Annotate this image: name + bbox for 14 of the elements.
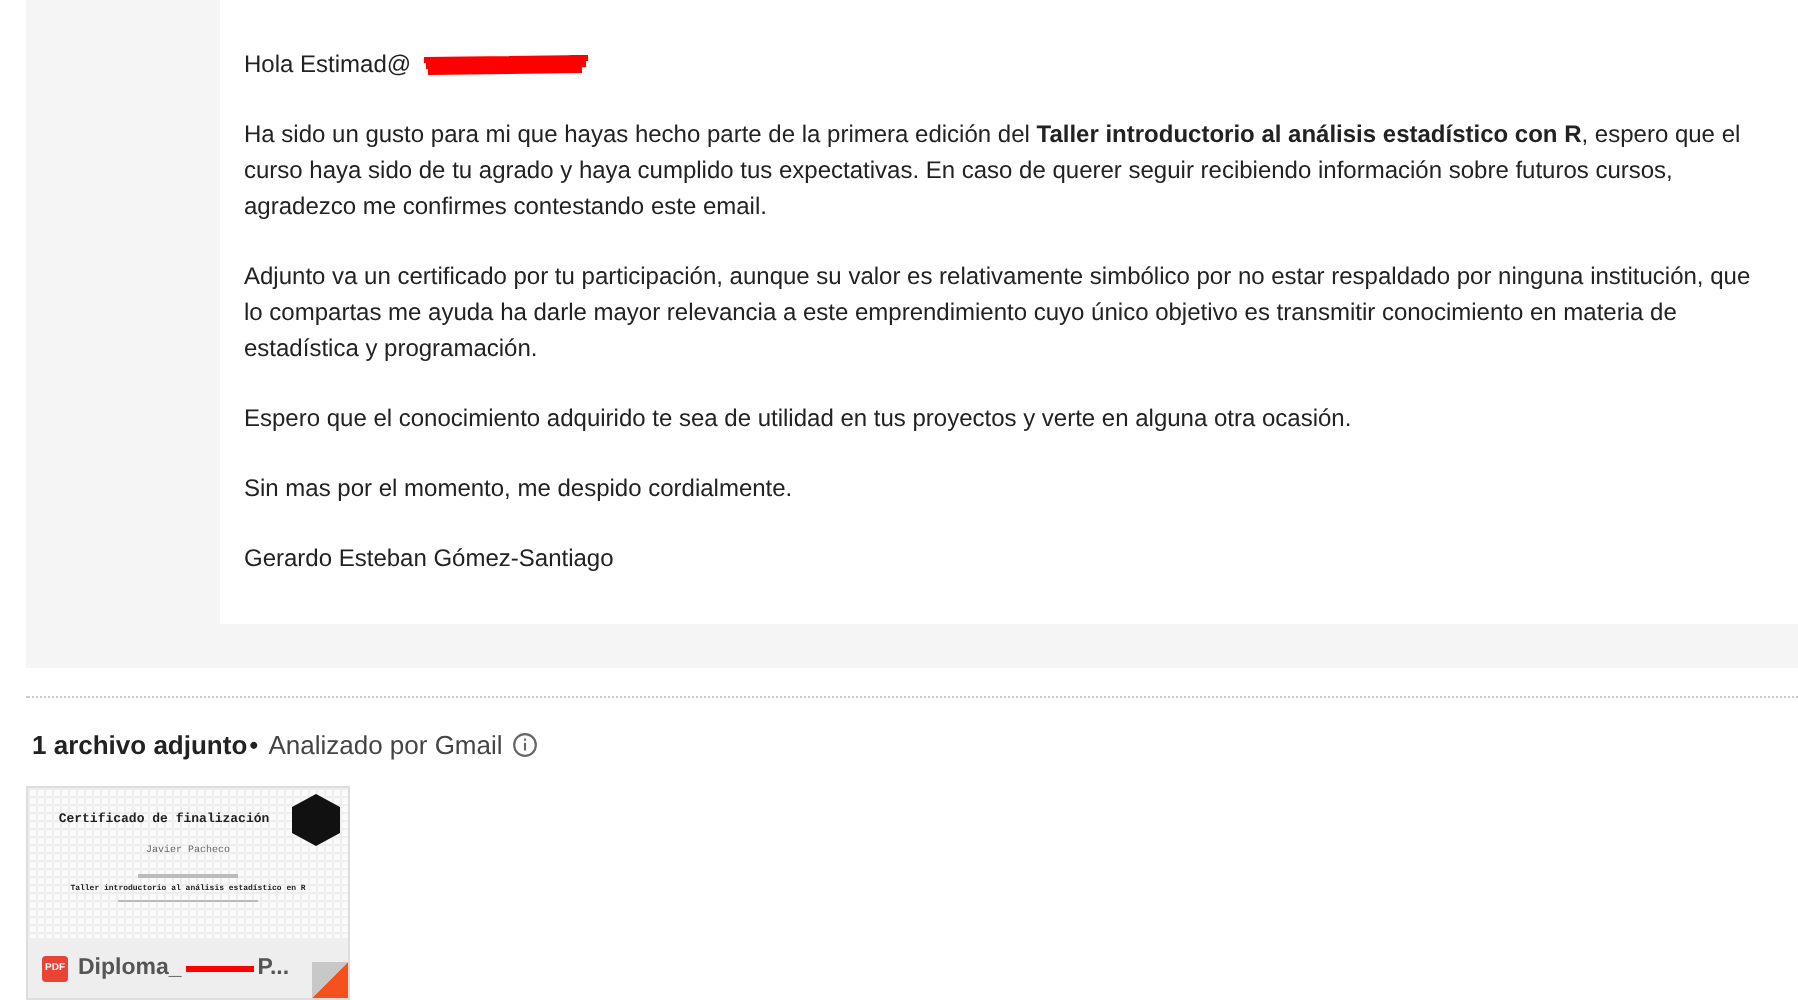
paragraph-text: Ha sido un gusto para mi que hayas hecho parte de la primera edición del Taller introductorio al análisis estadístico con R, espero que el curso haya sido de tu agrado y haya cumplido tus expectativas. En caso de querer seguir recibiendo información sobre futuros cursos, agradezco me confirmes contestando este email. (244, 118, 1743, 224)
separator-dot: • (249, 730, 259, 760)
greeting-text: Hola Estimad@ (244, 48, 412, 82)
file-name-end: P... (257, 956, 290, 980)
scan-label: Analizado por Gmail (268, 730, 503, 760)
attachment-count: 1 archivo adjunto (32, 730, 248, 760)
paragraph-text: Adjunto va un certificado por tu participación, aunque su valor es relativamente simbólico por no estar respaldado por ninguna institución, que lo compartas me ayuda ha darle mayor relevancia a este emprendimiento cuyo único objetivo es transmitir conocimiento en materia de estadística y programación. (244, 260, 1753, 366)
paragraph-text: Espero que el conocimiento adquirido te sea de utilidad en tus proyectos y verte en alguna otra ocasión. (244, 402, 1354, 436)
hexagon-logo-icon (292, 794, 340, 846)
file-name: Diploma_ (78, 956, 182, 980)
paragraph-text: Sin mas por el momento, me despido cordialmente. (244, 472, 795, 506)
signature-text: Gerardo Esteban Gómez-Santiago (244, 542, 616, 576)
folded-corner-icon (312, 962, 348, 998)
info-icon[interactable] (512, 732, 539, 758)
